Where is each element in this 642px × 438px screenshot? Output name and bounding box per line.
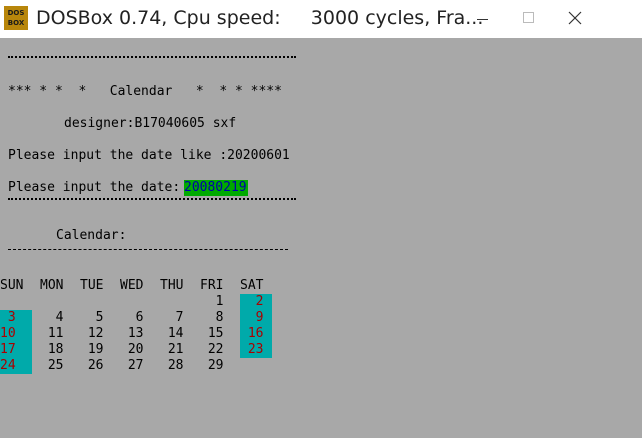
weekday-fri: FRI xyxy=(200,278,224,293)
logo-bottom-text: BOX xyxy=(7,19,25,27)
calendar-banner: *** * * * Calendar * * * **** xyxy=(8,84,282,99)
dos-console-screen[interactable]: *** * * * Calendar * * * **** designer:B… xyxy=(0,38,642,438)
calendar-day-cell: 20 xyxy=(120,342,144,357)
close-button[interactable] xyxy=(552,0,598,38)
calendar-day-cell: 16 xyxy=(240,326,272,342)
calendar-day-cell: 25 xyxy=(40,358,64,373)
weekday-thu: THU xyxy=(160,278,184,293)
weekday-sun: SUN xyxy=(0,278,24,293)
calendar-day-cell: 29 xyxy=(200,358,224,373)
calendar-day-cell: 1 xyxy=(200,294,224,309)
title-bar: DOS BOX DOSBox 0.74, Cpu speed: 3000 cyc… xyxy=(0,0,642,38)
calendar-day-cell: 12 xyxy=(80,326,104,341)
weekday-wed: WED xyxy=(120,278,144,293)
calendar-day-cell: 5 xyxy=(80,310,104,325)
maximize-button[interactable] xyxy=(506,0,552,38)
calendar-day-cell xyxy=(160,294,192,310)
calendar-day-cell: 2 xyxy=(240,294,272,310)
calendar-day-cell: 6 xyxy=(120,310,144,325)
calendar-day-cell: 4 xyxy=(40,310,64,325)
calendar-day-cell: 10 xyxy=(0,326,32,342)
calendar-day-cell xyxy=(40,294,72,310)
logo-top-text: DOS xyxy=(7,9,25,17)
calendar-day-cell: 18 xyxy=(40,342,64,357)
calendar-day-cell: 13 xyxy=(120,326,144,341)
calendar-day-cell xyxy=(0,294,32,310)
calendar-day-cell: 17 xyxy=(0,342,32,358)
calendar-day-cell: 27 xyxy=(120,358,144,373)
date-format-hint: Please input the date like :20200601 xyxy=(8,148,290,163)
calendar-day-cell: 11 xyxy=(40,326,64,341)
weekday-sat: SAT xyxy=(240,278,264,293)
calendar-day-cell: 3 xyxy=(0,310,32,326)
window-title: DOSBox 0.74, Cpu speed: 3000 cycles, Fra… xyxy=(36,7,484,29)
date-prompt: Please input the date: xyxy=(8,180,181,195)
calendar-day-cell xyxy=(120,294,152,310)
calendar-day-cell: 7 xyxy=(160,310,184,325)
date-input-value[interactable]: 20080219 xyxy=(184,180,247,196)
calendar-day-cell: 24 xyxy=(0,358,32,374)
calendar-day-cell: 26 xyxy=(80,358,104,373)
calendar-day-cell: 14 xyxy=(160,326,184,341)
calendar-divider xyxy=(8,249,288,250)
calendar-day-cell: 21 xyxy=(160,342,184,357)
calendar-label: Calendar: xyxy=(56,228,127,243)
calendar-day-cell xyxy=(240,358,272,374)
minimize-button[interactable] xyxy=(460,0,506,38)
calendar-day-cell: 22 xyxy=(200,342,224,357)
calendar-day-cell: 9 xyxy=(240,310,272,326)
calendar-day-cell: 19 xyxy=(80,342,104,357)
calendar-day-cell: 15 xyxy=(200,326,224,341)
calendar-day-cell: 28 xyxy=(160,358,184,373)
calendar-day-cell xyxy=(80,294,112,310)
weekday-tue: TUE xyxy=(80,278,104,293)
designer-line: designer:B17040605 sxf xyxy=(64,116,237,131)
weekday-mon: MON xyxy=(40,278,64,293)
calendar-day-cell: 8 xyxy=(200,310,224,325)
top-divider xyxy=(8,56,296,58)
dosbox-logo-icon[interactable]: DOS BOX xyxy=(4,6,28,30)
close-icon xyxy=(568,11,582,25)
calendar-day-cell: 23 xyxy=(240,342,272,358)
middle-divider xyxy=(8,198,296,200)
